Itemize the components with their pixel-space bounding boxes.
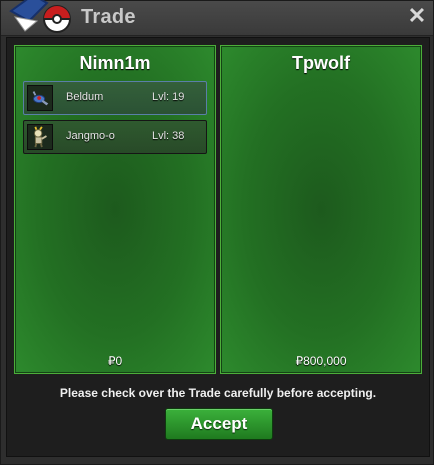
pokemon-name: Beldum	[66, 91, 104, 103]
beldum-icon	[27, 85, 53, 111]
partner-offer-panel: Tpwolf ₽800,000	[220, 45, 422, 374]
partner-player-name: Tpwolf	[292, 53, 350, 73]
close-icon[interactable]: ✕	[407, 5, 427, 27]
pokemon-name: Jangmo-o	[66, 130, 115, 142]
trade-window: Trade ✕ Nimn1m Beldum Lvl: 19 Jangmo-o L…	[0, 0, 434, 465]
partner-money-offer: ₽800,000	[295, 354, 347, 368]
trade-body: Nimn1m Beldum Lvl: 19 Jangmo-o Lvl: 38 ₽…	[6, 37, 430, 457]
my-player-name: Nimn1m	[79, 53, 151, 73]
offer-slot-beldum[interactable]: Beldum Lvl: 19	[23, 81, 207, 115]
my-offer-panel: Nimn1m Beldum Lvl: 19 Jangmo-o Lvl: 38 ₽…	[14, 45, 216, 374]
offer-slot-jangmo-o[interactable]: Jangmo-o Lvl: 38	[23, 120, 207, 154]
pokemon-level: Lvl: 19	[152, 91, 185, 103]
window-title: Trade	[81, 6, 136, 28]
accept-button[interactable]: Accept	[165, 408, 273, 440]
title-bar[interactable]: Trade ✕	[1, 0, 433, 36]
pokemon-level: Lvl: 38	[152, 130, 185, 142]
my-money-offer: ₽0	[107, 354, 123, 368]
jangmo-o-icon	[27, 124, 53, 150]
trade-notice: Please check over the Trade carefully be…	[59, 386, 377, 400]
pokeball-emblem-icon	[9, 0, 71, 33]
